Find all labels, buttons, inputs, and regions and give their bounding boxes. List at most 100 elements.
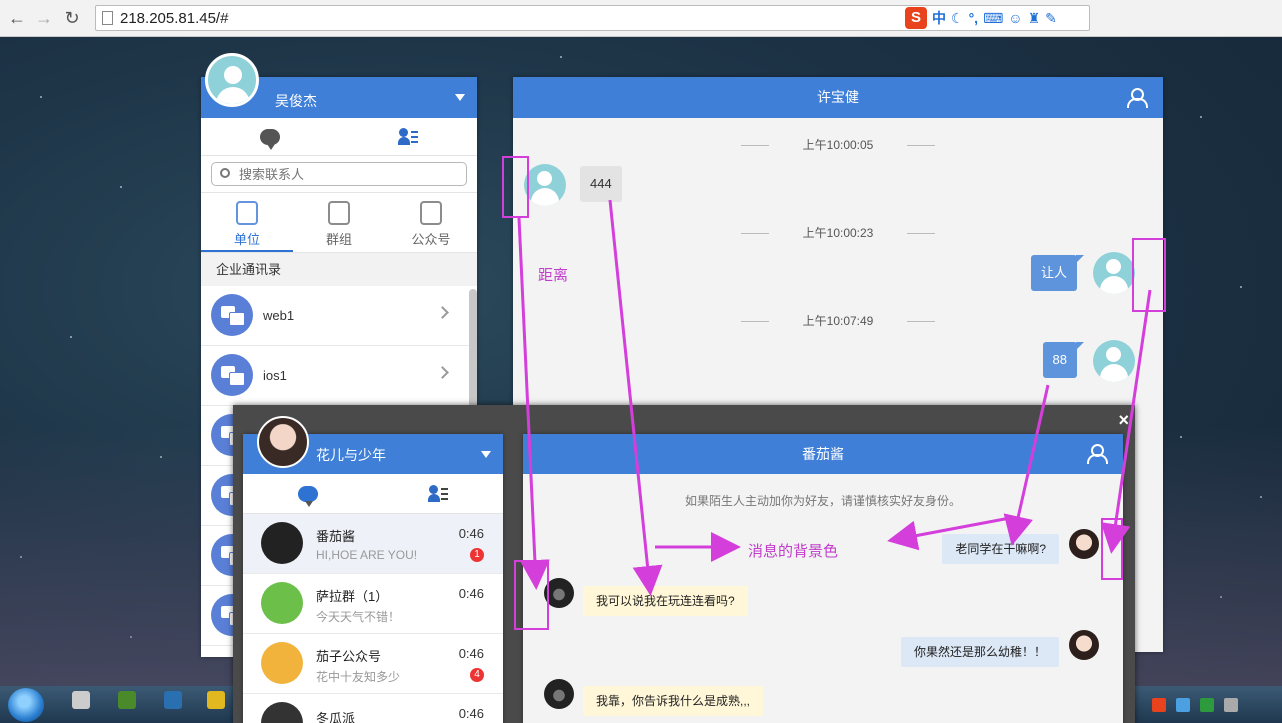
user-avatar[interactable]: [205, 53, 259, 107]
message-timestamp: 上午10:07:49: [513, 312, 1163, 329]
annotation-message-bg: 消息的背景色: [748, 543, 839, 560]
contact-info-icon[interactable]: [1087, 444, 1109, 464]
conversation-item[interactable]: 番茄酱 HI,HOE ARE YOU! 0:46 1: [243, 514, 503, 574]
contacts-icon: [398, 127, 418, 146]
unit-name: web1: [263, 308, 295, 323]
conversation-item[interactable]: 萨拉群（1） 今天天气不错！ 0:46: [243, 574, 503, 634]
message-bubble: 88: [1042, 342, 1085, 378]
avatar: [261, 642, 303, 684]
avatar[interactable]: [1069, 529, 1099, 559]
chat-header: 许宝健: [513, 77, 1163, 118]
forward-icon[interactable]: →: [33, 7, 55, 29]
start-button-icon[interactable]: [8, 688, 44, 722]
username: 吴俊杰: [275, 93, 317, 109]
unit-name: ios1: [263, 368, 287, 383]
search-icon: [220, 168, 230, 178]
message-bubble: 你果然还是那么幼稚！！: [900, 637, 1059, 667]
message-bubble: 我可以说我在玩连连看吗?: [583, 586, 748, 616]
app-tray-icon[interactable]: [1200, 697, 1214, 712]
unread-badge: 1: [470, 548, 484, 562]
avatar: [261, 582, 303, 624]
browser-toolbar: ← → ↻ 218.205.81.45/# S 中 ☾ °, ⌨ ☺ ♜ ✎: [0, 0, 1282, 37]
conversation-time: 0:46: [458, 646, 484, 661]
main-tabs: [201, 118, 477, 156]
chat-title: 番茄酱: [802, 446, 844, 462]
punctuation-icon[interactable]: °,: [969, 10, 979, 26]
annotation-box: [1132, 238, 1166, 312]
avatar[interactable]: [1093, 340, 1135, 382]
ime-toolbar: S 中 ☾ °, ⌨ ☺ ♜ ✎: [905, 6, 1057, 30]
chevron-down-icon[interactable]: [455, 94, 465, 101]
username: 花儿与少年: [316, 447, 386, 463]
keyboard-icon[interactable]: ⌨: [983, 10, 1003, 27]
conversation-preview: HI,HOE ARE YOU!: [316, 548, 418, 562]
conversation-title: 萨拉群（1）: [316, 589, 389, 604]
annotation-box: [502, 156, 529, 218]
tab-groups[interactable]: 群组: [293, 193, 385, 252]
ime-mode-label[interactable]: 中: [932, 8, 946, 28]
network-icon[interactable]: [1176, 697, 1190, 712]
message-bubble: 444: [580, 166, 622, 202]
conversation-panel: 花儿与少年 番茄酱 HI,HOE ARE YOU! 0:46 1 萨拉群（1） …: [243, 416, 503, 723]
contact-search[interactable]: [211, 162, 467, 186]
annotation-box: [514, 560, 549, 630]
contact-info-icon[interactable]: [1127, 88, 1149, 108]
chevron-right-icon: [436, 366, 449, 379]
chat-window: 番茄酱 如果陌生人主动加你为好友，请谨慎核实好友身份。 老同学在干嘛啊? 我可以…: [523, 434, 1123, 723]
message-bubble: 我靠，你告诉我什么是成熟,,,: [583, 686, 764, 716]
conversation-preview: 花中十友知多少: [316, 670, 401, 684]
moon-icon[interactable]: ☾: [951, 10, 964, 27]
avatar[interactable]: [1093, 252, 1135, 294]
reload-icon[interactable]: ↻: [61, 7, 83, 29]
terminal-icon[interactable]: [72, 691, 90, 709]
skin-icon[interactable]: ♜: [1028, 10, 1041, 27]
conversation-item[interactable]: 茄子公众号 花中十友知多少 0:46 4: [243, 634, 503, 694]
conversation-title: 冬瓜派: [316, 711, 356, 723]
avatar[interactable]: [1069, 630, 1099, 660]
conversation-time: 0:46: [458, 706, 484, 721]
conversation-item[interactable]: 冬瓜派 0:46: [243, 694, 503, 723]
chat-bubble-icon: [298, 485, 318, 507]
search-input[interactable]: [239, 165, 459, 183]
editor-icon[interactable]: [164, 691, 182, 709]
conversation-title: 番茄酱: [316, 529, 356, 544]
flag-icon: [236, 201, 258, 225]
back-icon[interactable]: ←: [6, 7, 28, 29]
unread-badge: 4: [470, 668, 484, 682]
sogou-logo-icon[interactable]: S: [905, 7, 927, 29]
tab-public-accounts[interactable]: 公众号: [385, 193, 477, 252]
annotation-box: [1101, 518, 1123, 580]
user-avatar[interactable]: [257, 416, 309, 468]
avatar[interactable]: [544, 679, 574, 709]
chevron-down-icon[interactable]: [481, 451, 491, 458]
unit-icon: [211, 354, 253, 396]
wrench-icon[interactable]: ✎: [1045, 10, 1057, 27]
message-bubble: 让人: [1030, 255, 1085, 291]
tab-unit[interactable]: 单位: [201, 193, 293, 252]
sogou-tray-icon[interactable]: [1152, 697, 1166, 712]
list-item[interactable]: ios1: [201, 346, 469, 406]
unit-icon: [211, 294, 253, 336]
contacts-icon: [428, 484, 448, 503]
qq-icon[interactable]: [118, 691, 136, 709]
message-timestamp: 上午10:00:23: [513, 224, 1163, 241]
tab-chats[interactable]: [201, 118, 339, 155]
volume-icon[interactable]: [1224, 697, 1238, 712]
browser-icon[interactable]: [207, 691, 225, 709]
security-notice: 如果陌生人主动加你为好友，请谨慎核实好友身份。: [684, 494, 961, 508]
tab-chats[interactable]: [243, 474, 373, 513]
tab-contacts[interactable]: [339, 118, 477, 155]
close-icon[interactable]: ×: [1118, 411, 1129, 429]
tab-contacts[interactable]: [373, 474, 503, 513]
system-tray: [1142, 686, 1282, 723]
section-header: 企业通讯录: [201, 252, 477, 286]
list-item[interactable]: web1: [201, 286, 469, 346]
annotation-distance: 距离: [538, 267, 569, 284]
user-header: 吴俊杰: [201, 53, 477, 118]
user-header: 花儿与少年: [243, 416, 503, 474]
user-icon[interactable]: ☺: [1008, 10, 1022, 26]
avatar[interactable]: [524, 164, 566, 206]
preview-dialog: × 花儿与少年 番茄酱 HI,HOE ARE YOU! 0:46 1 萨拉群（1…: [233, 405, 1135, 723]
message-timestamp: 上午10:00:05: [513, 136, 1163, 153]
main-tabs: [243, 474, 503, 514]
